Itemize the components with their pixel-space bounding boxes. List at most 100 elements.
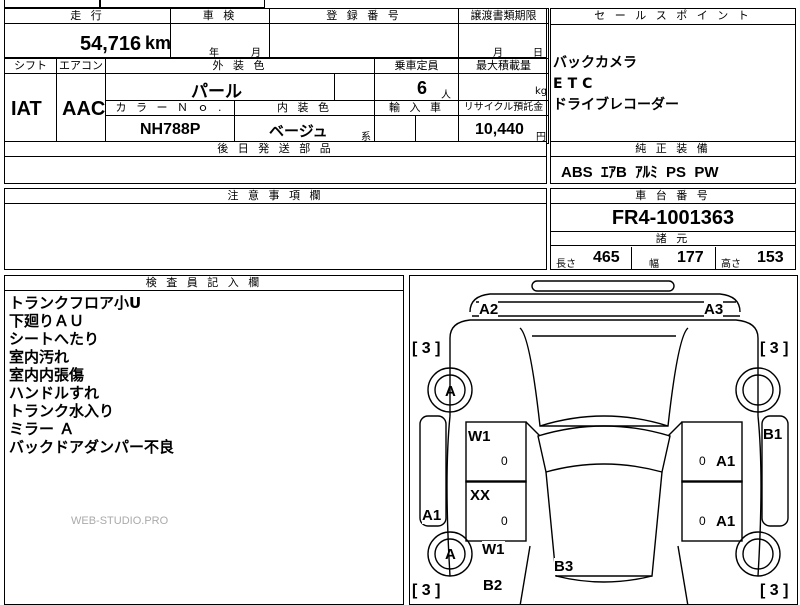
later-parts-panel: 後 日 発 送 部 品	[4, 141, 547, 184]
exterior-color-cell: パール	[105, 73, 335, 101]
tire-depth-left-rear: [ 3 ]	[412, 582, 441, 599]
exterior-color-header: 外 装 色	[105, 58, 375, 74]
dimension-width: 幅 177	[631, 247, 716, 270]
color-no-cell: NH788P	[105, 115, 235, 144]
recycle-cell: 10,440 円	[458, 115, 549, 144]
caution-header: 注 意 事 項 欄	[5, 189, 546, 204]
import-header: 輸 入 車	[374, 100, 459, 116]
note-line: 室内汚れ	[9, 348, 70, 366]
max-load-unit: kg	[535, 86, 548, 97]
zero-mark: 0	[501, 454, 508, 468]
genuine-equipment-panel: 純 正 装 備 ABS ｴｱB ｱﾙﾐ PS PW	[550, 141, 796, 184]
registration-header: 登 録 番 号	[269, 8, 459, 24]
sales-points-header: セ ー ル ス ポ イ ン ト	[551, 9, 795, 25]
mark-left-front-door: W1	[468, 428, 491, 445]
interior-color-value: ベージュ	[269, 122, 328, 140]
mark-front-right-corner: A3	[704, 301, 724, 318]
capacity-header: 乗車定員	[374, 58, 459, 74]
inspector-notes-panel: 検 査 員 記 入 欄 トランクフロア小U 下廻りＡＵ シートへたり 室内汚れ …	[4, 275, 404, 605]
mark-rear-left-wheel: A	[445, 546, 456, 563]
watermark: WEB-STUDIO.PRO	[71, 515, 169, 527]
length-value: 465	[593, 249, 620, 266]
note-line: バックドアダンパー不良	[9, 438, 175, 456]
chassis-panel: 車 台 番 号 FR4-1001363 諸 元 長さ 465 幅 177 高さ …	[550, 188, 796, 270]
mark-right-front-door: A1	[716, 453, 736, 470]
length-label: 長さ	[556, 259, 576, 270]
aircon-cell: AAC	[56, 73, 106, 144]
tire-depth-left-front: [ 3 ]	[412, 340, 441, 357]
inspector-notes-list: トランクフロア小U 下廻りＡＵ シートへたり 室内汚れ 室内内張傷 ハンドルすれ…	[9, 294, 174, 456]
note-line: トランク水入り	[9, 402, 115, 420]
exterior-color-extra-cell	[334, 73, 375, 101]
note-line: 室内内張傷	[9, 366, 85, 384]
inspection-year-unit: 年	[209, 48, 219, 59]
inspection-header: 車 検	[170, 8, 270, 24]
capacity-unit: 人	[441, 90, 451, 101]
width-value: 177	[677, 249, 704, 266]
interior-color-header: 内 装 色	[234, 100, 375, 116]
recycle-header: リサイクル預託金	[458, 100, 549, 116]
mark-left-rear-quarter: W1	[482, 541, 505, 558]
note-line: ミラー Ａ	[9, 420, 75, 438]
color-no-header: カ ラ ー Ｎ ｏ .	[105, 100, 235, 116]
zero-mark: 0	[501, 514, 508, 528]
import-cell-b	[415, 115, 459, 144]
tire-depth-right-rear: [ 3 ]	[760, 582, 789, 599]
car-diagram-panel: [ 3 ] [ 3 ] [ 3 ] [ 3 ] A2 A3 A A W1 XX …	[409, 275, 798, 605]
genuine-equipment-value: ABS ｴｱB ｱﾙﾐ PS PW	[561, 164, 719, 181]
max-load-header: 最大積載量	[458, 58, 549, 74]
specs-header: 諸 元	[550, 231, 796, 246]
transfer-doc-header: 譲渡書類期限	[458, 8, 549, 24]
genuine-equipment-header: 純 正 装 備	[551, 142, 795, 157]
mark-front-left-wheel: A	[445, 383, 456, 400]
aircon-header: エアコン	[56, 58, 106, 74]
note-line: 下廻りＡＵ	[9, 312, 85, 330]
transfer-doc-cell: 月 日	[458, 23, 549, 59]
top-remnant-left	[4, 0, 100, 8]
max-load-cell: kg	[458, 73, 549, 101]
mark-left-rear-door: XX	[470, 487, 491, 504]
height-value: 153	[757, 249, 784, 266]
sales-points-panel: セ ー ル ス ポ イ ン ト バックカメラ ETC ドライブレコーダー	[550, 8, 796, 142]
mileage-cell: 54,716 km	[4, 23, 171, 59]
mark-right-rear-door: A1	[716, 513, 736, 530]
note-line: ハンドルすれ	[9, 384, 100, 402]
mark-left-rocker: A1	[422, 507, 442, 524]
caution-panel: 注 意 事 項 欄	[4, 188, 547, 270]
interior-color-cell: ベージュ 系	[234, 115, 375, 144]
mark-rear-center: B3	[554, 558, 574, 575]
registration-cell	[269, 23, 459, 59]
inspection-cell: 年 月	[170, 23, 270, 59]
later-parts-header: 後 日 発 送 部 品	[5, 142, 546, 157]
mark-right-fender: B1	[763, 426, 783, 443]
inspection-month-unit: 月	[251, 48, 261, 59]
dimension-length: 長さ 465	[551, 247, 632, 270]
capacity-value: 6	[417, 78, 428, 98]
mileage-header: 走 行	[4, 8, 171, 24]
note-line: トランクフロア小U	[9, 294, 142, 312]
tire-depth-right-front: [ 3 ]	[760, 340, 789, 357]
chassis-header: 車 台 番 号	[551, 189, 795, 204]
transfer-month-unit: 月	[493, 48, 503, 59]
zero-mark: 0	[699, 514, 706, 528]
shift-value: IAT	[11, 98, 42, 120]
note-line: シートへたり	[9, 330, 100, 348]
sales-point-item: ETC	[553, 76, 598, 92]
chassis-number: FR4-1001363	[611, 207, 735, 229]
capacity-cell: 6 人	[374, 73, 459, 101]
mileage-value: 54,716	[80, 33, 142, 55]
exterior-color-value: パール	[191, 82, 242, 101]
shift-header: シフト	[4, 58, 57, 74]
sales-point-item: バックカメラ	[553, 55, 637, 71]
height-label: 高さ	[721, 259, 741, 270]
import-cell-a	[374, 115, 416, 144]
aircon-value: AAC	[62, 98, 106, 120]
transfer-day-unit: 日	[533, 48, 543, 59]
shift-cell: IAT	[4, 73, 57, 144]
width-label: 幅	[649, 259, 659, 270]
mileage-unit: km	[145, 33, 171, 53]
recycle-value: 10,440	[475, 121, 524, 138]
sales-points-list: バックカメラ ETC ドライブレコーダー	[553, 53, 679, 116]
sales-point-item: ドライブレコーダー	[553, 97, 679, 113]
mark-rear-left-corner: B2	[483, 577, 503, 594]
